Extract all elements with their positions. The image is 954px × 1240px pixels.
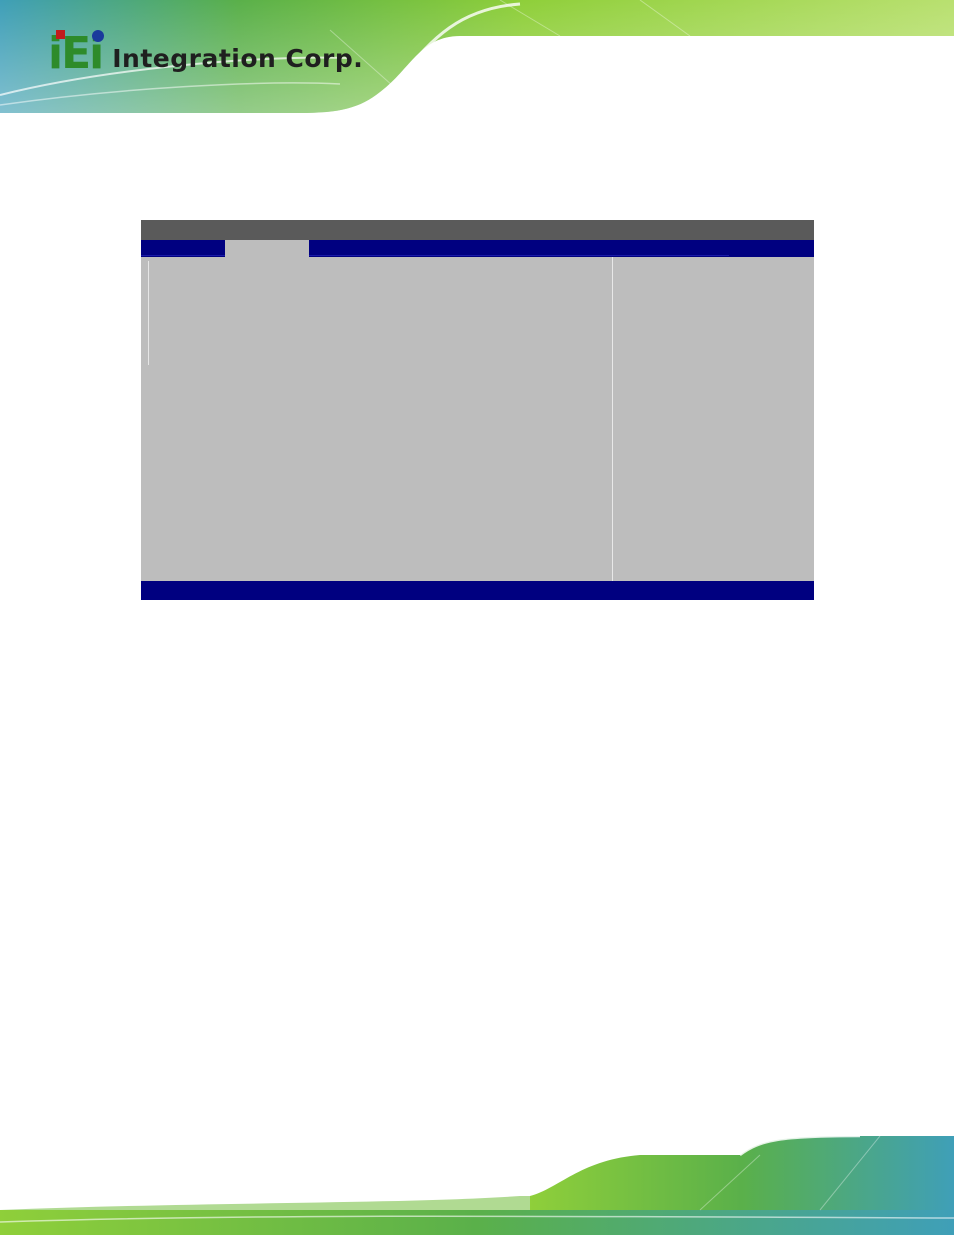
bios-tab-5[interactable]: [477, 240, 561, 256]
header-banner: iEi Integration Corp.: [0, 0, 954, 115]
bios-settings-panel: [141, 257, 612, 581]
bios-help-panel: [613, 257, 814, 581]
bios-scrollbar[interactable]: [148, 261, 149, 365]
footer-decoration: [0, 1134, 954, 1235]
logo-mark: iEi: [48, 30, 104, 76]
bios-screen: [141, 220, 814, 600]
logo-red-square: [56, 30, 65, 39]
bios-status-bar: [141, 581, 814, 600]
bios-tab-1[interactable]: [141, 240, 225, 256]
bios-title-bar: [141, 220, 814, 240]
company-logo: iEi Integration Corp.: [48, 28, 364, 76]
company-name: Integration Corp.: [112, 44, 364, 73]
logo-blue-dot: [92, 30, 104, 42]
bios-tab-2-active[interactable]: [225, 240, 309, 257]
bios-tab-4[interactable]: [393, 240, 477, 256]
bios-tab-6[interactable]: [561, 240, 645, 256]
bios-tab-3[interactable]: [309, 240, 393, 256]
footer-banner: [0, 1130, 954, 1235]
bios-tab-7[interactable]: [645, 240, 729, 256]
bios-menu-bar: [141, 240, 814, 257]
